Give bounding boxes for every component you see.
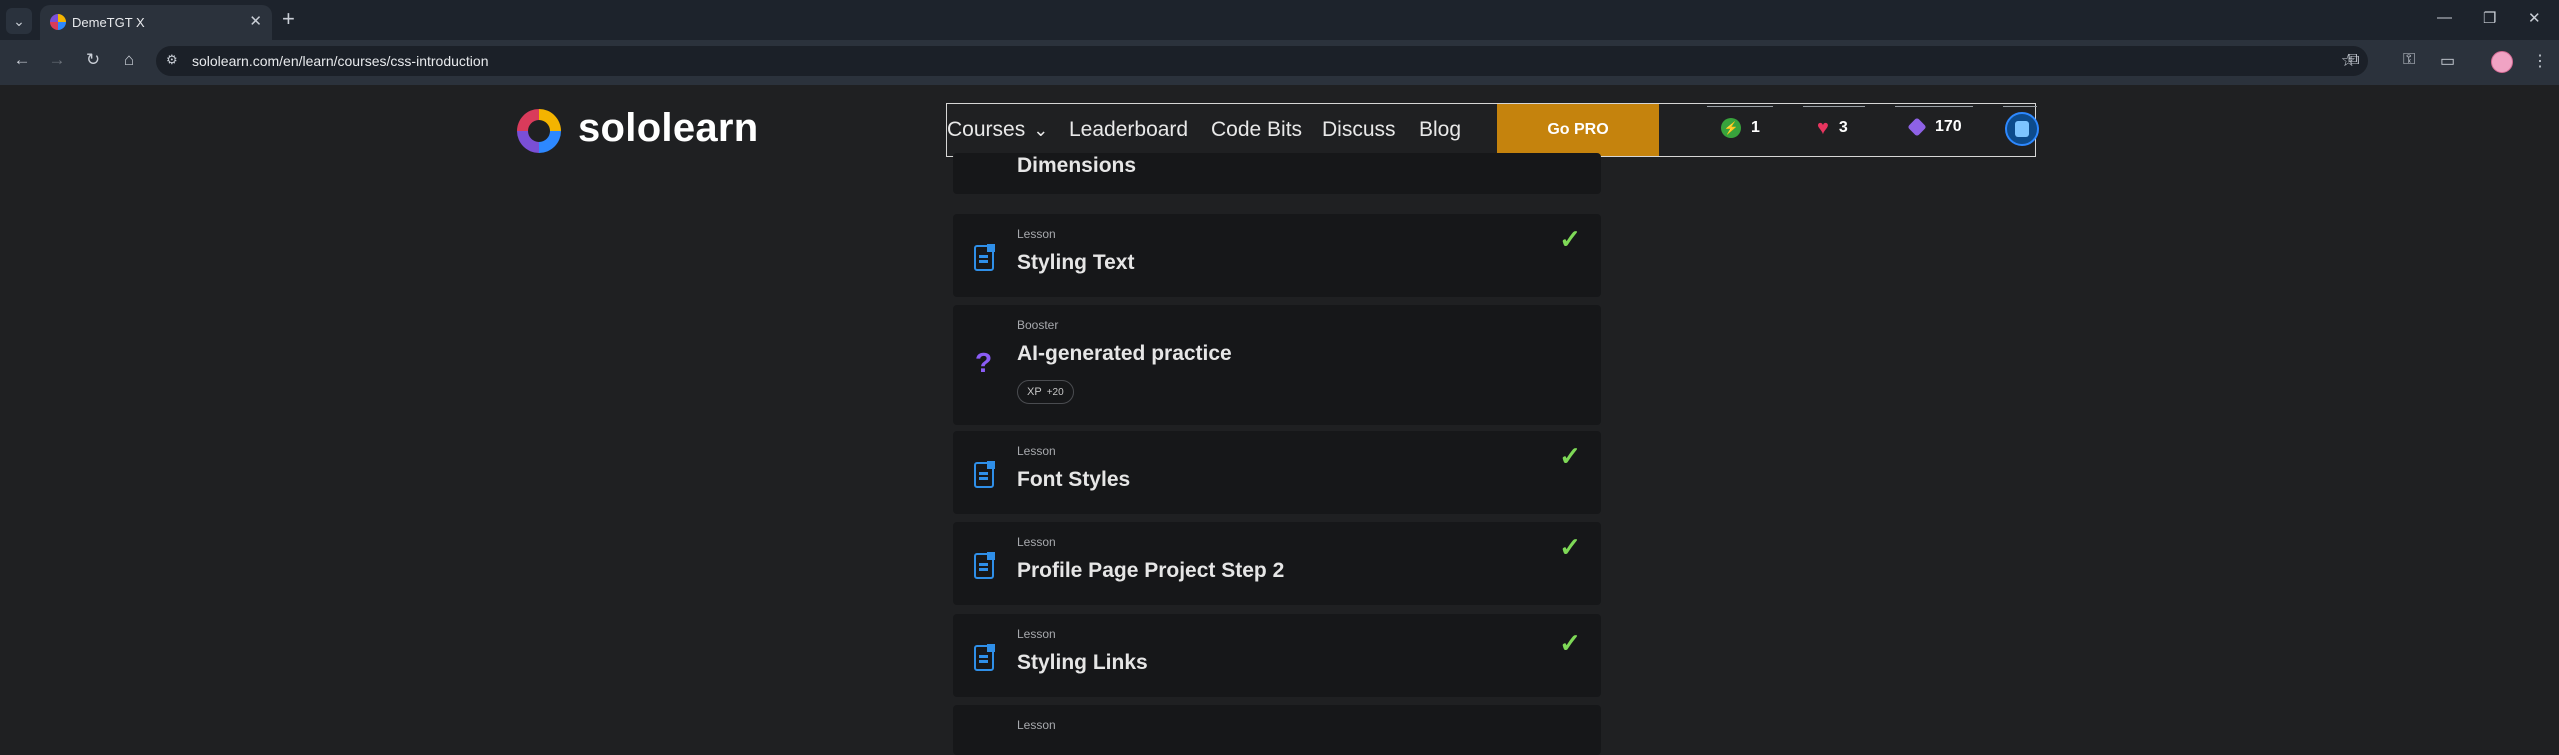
nav-leaderboard[interactable]: Leaderboard	[1069, 118, 1188, 142]
divider	[2003, 106, 2037, 107]
list-item-lesson[interactable]: Lesson Styling Text ✓	[953, 214, 1601, 297]
browser-profile-avatar[interactable]	[2491, 51, 2513, 73]
xp-value: +20	[1046, 387, 1064, 398]
address-bar[interactable]: ⚙ sololearn.com/en/learn/courses/css-int…	[156, 46, 2368, 76]
lesson-list: Dimensions Lesson Styling Text ✓ ? Boost…	[0, 153, 2559, 755]
xp-label: XP	[1027, 386, 1042, 398]
document-icon	[974, 461, 995, 488]
streak-value: 1	[1751, 119, 1760, 136]
lesson-title: Styling Text	[1017, 251, 1135, 274]
divider	[1895, 106, 1973, 107]
gems-value: 170	[1935, 118, 1962, 135]
nav-discuss[interactable]: Discuss	[1322, 118, 1396, 142]
close-window-icon[interactable]: ✕	[2528, 9, 2541, 27]
checkmark-icon: ✓	[1559, 441, 1581, 471]
nav-courses[interactable]: Courses ⌄	[947, 118, 1048, 142]
divider	[1803, 106, 1865, 107]
sololearn-favicon-icon	[50, 14, 66, 30]
lesson-type-label: Lesson	[1017, 718, 1056, 732]
lightning-bolt-icon: ⚡	[1721, 118, 1741, 138]
home-icon[interactable]: ⌂	[117, 50, 141, 70]
new-tab-icon[interactable]: +	[282, 8, 295, 30]
nav-code-bits[interactable]: Code Bits	[1211, 118, 1302, 142]
sololearn-logo-icon[interactable]	[514, 106, 564, 156]
gems-counter[interactable]: 170	[1907, 117, 1962, 137]
extensions-icon[interactable]: ⧉	[2348, 51, 2359, 69]
go-pro-button[interactable]: Go PRO	[1497, 104, 1659, 156]
reload-icon[interactable]: ↻	[81, 50, 105, 70]
document-icon	[974, 244, 995, 271]
list-item-booster[interactable]: ? Booster AI-generated practice XP +20	[953, 305, 1601, 425]
tab-title: DemeTGT X	[72, 15, 145, 30]
checkmark-icon: ✓	[1559, 532, 1581, 562]
list-item-lesson[interactable]: Lesson	[953, 705, 1601, 755]
forward-arrow-icon[interactable]: →	[45, 50, 69, 70]
list-item-lesson[interactable]: Lesson Styling Links ✓	[953, 614, 1601, 697]
list-item-lesson[interactable]: Dimensions	[953, 153, 1601, 194]
heart-icon: ♥	[1817, 117, 1829, 139]
browser-tabstrip: ⌄ DemeTGT X ✕ + — ❐ ✕	[0, 0, 2559, 40]
site-info-icon[interactable]: ⚙	[166, 52, 178, 68]
lesson-type-label: Lesson	[1017, 227, 1056, 241]
chevron-down-icon: ⌄	[1033, 120, 1049, 140]
user-avatar[interactable]	[2005, 112, 2039, 146]
browser-menu-icon[interactable]: ⋮	[2532, 51, 2548, 71]
checkmark-icon: ✓	[1559, 628, 1581, 658]
gem-cube-icon	[1907, 117, 1927, 137]
logo-wordmark[interactable]: sololearn	[578, 106, 759, 151]
restore-window-icon[interactable]: ❐	[2483, 9, 2496, 27]
lesson-title: AI-generated practice	[1017, 342, 1232, 365]
minimize-window-icon[interactable]: —	[2437, 9, 2452, 26]
list-item-lesson[interactable]: Lesson Font Styles ✓	[953, 431, 1601, 514]
url-text[interactable]: sololearn.com/en/learn/courses/css-intro…	[192, 53, 488, 69]
password-key-icon[interactable]: ⚿	[2403, 51, 2415, 69]
lesson-type-label: Lesson	[1017, 444, 1056, 458]
hearts-counter[interactable]: ♥ 3	[1817, 118, 1848, 138]
browser-toolbar: ← → ↻ ⌂ ⚙ sololearn.com/en/learn/courses…	[0, 40, 2559, 85]
hearts-value: 3	[1838, 119, 1848, 136]
lesson-title: Styling Links	[1017, 651, 1148, 674]
reading-list-icon[interactable]: ▭	[2440, 51, 2455, 71]
lesson-type-label: Lesson	[1017, 535, 1056, 549]
lesson-title: Profile Page Project Step 2	[1017, 559, 1285, 582]
xp-badge: XP +20	[1017, 380, 1074, 404]
lesson-type-label: Lesson	[1017, 627, 1056, 641]
browser-tab-active[interactable]: DemeTGT X ✕	[40, 5, 272, 40]
tab-close-icon[interactable]: ✕	[249, 12, 262, 30]
site-header: sololearn Courses ⌄ Leaderboard Code Bits…	[0, 85, 2559, 163]
nav-blog[interactable]: Blog	[1419, 118, 1461, 142]
tab-search-chevron-icon[interactable]: ⌄	[6, 8, 32, 34]
back-arrow-icon[interactable]: ←	[10, 50, 34, 70]
lesson-type-label: Booster	[1017, 318, 1059, 332]
main-nav: Courses ⌄ Leaderboard Code Bits Discuss B…	[946, 103, 2039, 157]
lesson-title: Dimensions	[1017, 154, 1137, 177]
question-mark-icon: ?	[975, 347, 993, 378]
lesson-title: Font Styles	[1017, 468, 1131, 491]
nav-courses-label: Courses	[947, 118, 1026, 141]
document-icon	[974, 552, 995, 579]
checkmark-icon: ✓	[1559, 224, 1581, 254]
list-item-lesson[interactable]: Lesson Profile Page Project Step 2 ✓	[953, 522, 1601, 605]
document-icon	[974, 644, 995, 671]
divider	[1707, 106, 1773, 107]
streak-counter[interactable]: ⚡ 1	[1721, 118, 1760, 138]
